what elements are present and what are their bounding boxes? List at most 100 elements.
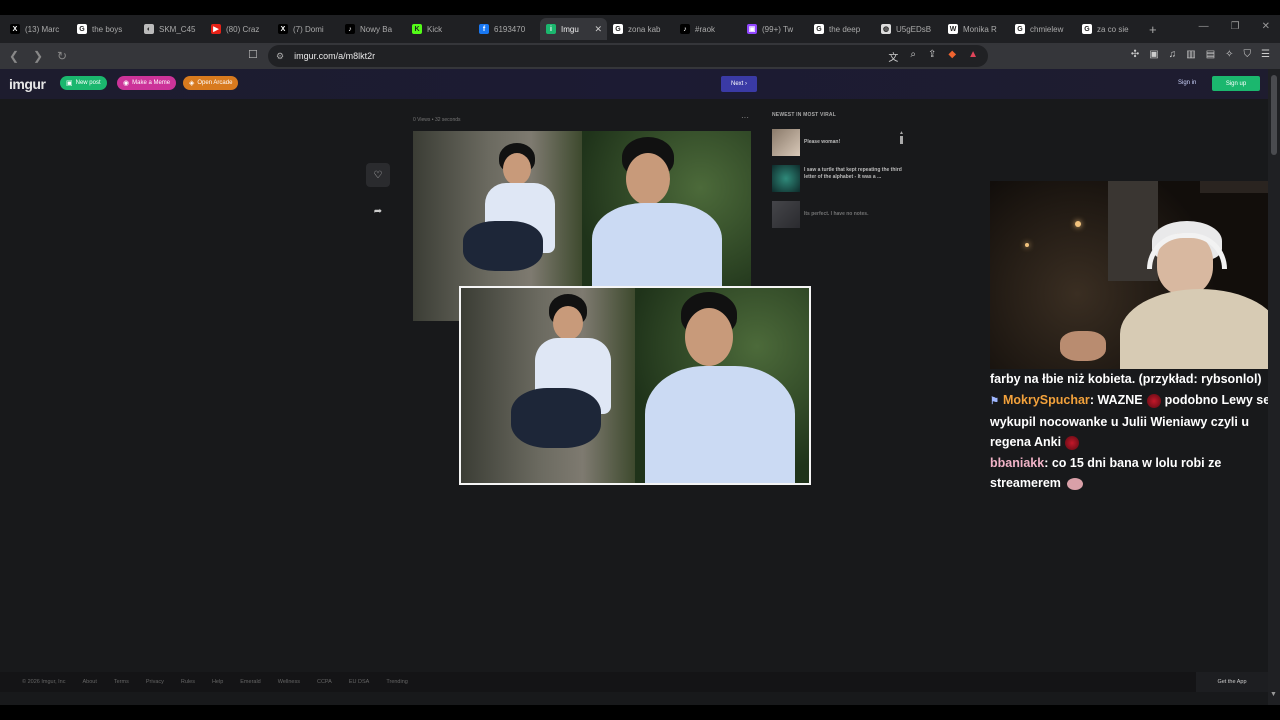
tab-label: SKM_C45 — [159, 24, 196, 34]
browser-tab[interactable]: X (13) Marc — [4, 18, 71, 40]
browser-tab[interactable]: ▶ (80) Craz — [205, 18, 272, 40]
chat-message: ⚑ MokrySpuchar: WAZNE podobno Lewy se wyku… — [990, 390, 1280, 452]
browser-tab[interactable]: ♪ #raok — [674, 18, 741, 40]
browser-tab[interactable]: Gthe deep — [808, 18, 875, 40]
footer-link[interactable]: Trending — [386, 679, 408, 685]
viral-thumbnail — [772, 129, 800, 156]
chat-badge-icon: ⚑ — [990, 396, 999, 407]
tab-label: Monika R — [963, 24, 997, 34]
share-icon[interactable]: ⇪ — [928, 49, 936, 64]
zoom-icon[interactable]: ⌕ — [910, 49, 916, 64]
make-meme-button[interactable]: ◉ Make a Meme — [117, 76, 177, 90]
close-window-icon[interactable]: ✕ — [1262, 21, 1270, 32]
viral-item[interactable]: I saw a turtle that kept repeating the t… — [772, 165, 902, 192]
new-post-button[interactable]: ▣ New post — [60, 76, 107, 90]
footer-link[interactable]: Help — [212, 679, 223, 685]
rewards-icon[interactable]: ▲ — [968, 49, 978, 64]
sign-in-link[interactable]: Sign in — [1178, 80, 1196, 86]
open-arcade-button[interactable]: ◈ Open Arcade — [183, 76, 239, 90]
page-scrollbar[interactable]: ▼ — [1268, 69, 1280, 705]
page-scrollbar-thumb[interactable] — [1271, 75, 1277, 155]
tab-label: #raok — [695, 24, 716, 34]
vpn-icon[interactable]: ⛉ — [1244, 49, 1252, 60]
tab-label: zona kab — [628, 24, 661, 34]
url-text[interactable]: imgur.com/a/m8lkt2r — [294, 51, 375, 61]
scroll-down-icon[interactable]: ▼ — [1270, 691, 1277, 698]
footer-link[interactable]: Privacy — [146, 679, 164, 685]
browser-tab[interactable]: Gthe boys — [71, 18, 138, 40]
browser-tab[interactable]: ◍ U5gEDsB — [875, 18, 942, 40]
wallet-icon[interactable]: ▤ — [1206, 49, 1215, 60]
sign-up-button[interactable]: Sign up — [1212, 76, 1260, 91]
zoomed-photo-sitting-woman — [461, 288, 635, 483]
get-the-app-button[interactable]: Get the App — [1196, 672, 1268, 692]
chevron-right-icon: › — [745, 81, 747, 87]
imgur-icon: i — [546, 24, 556, 34]
imgur-footer: © 2026 Imgur, Inc About Terms Privacy Rules H… — [0, 672, 1268, 692]
browser-tab[interactable]: Gza co sie — [1076, 18, 1143, 40]
youtube-icon: ▶ — [211, 24, 221, 34]
browser-window: X (13) Marc Gthe boys ◐ SKM_C45 ▶ (80) Craz X (7… — [0, 15, 1280, 705]
browser-tab[interactable]: ♪ Nowy Ba — [339, 18, 406, 40]
screenshot-icon[interactable]: ▣ — [1149, 49, 1158, 60]
browser-tab[interactable]: Gzona kab — [607, 18, 674, 40]
restore-icon[interactable]: ❐ — [1231, 21, 1240, 32]
browser-tab[interactable]: W Monika R — [942, 18, 1009, 40]
sidebar-icon[interactable]: ▥ — [1186, 49, 1195, 60]
tab-label: 6193470 — [494, 24, 526, 34]
new-tab-button[interactable]: + — [1149, 22, 1157, 37]
heart-icon[interactable]: ♡ — [366, 163, 390, 187]
zoomed-image-preview[interactable] — [459, 286, 811, 485]
extensions-icon[interactable]: ✣ — [1131, 49, 1139, 60]
browser-tab[interactable]: Gchmielew — [1009, 18, 1076, 40]
post-meta: 0 Views • 32 seconds — [413, 117, 461, 123]
google-icon: G — [613, 24, 623, 34]
tab-label: U5gEDsB — [896, 24, 932, 34]
more-options-icon[interactable]: ··· — [741, 113, 749, 122]
viral-scrollbar[interactable]: ▲ — [899, 131, 904, 145]
translate-icon[interactable]: 文 — [888, 49, 898, 64]
tab-label: (99+) Tw — [762, 24, 794, 34]
share-arrow-icon[interactable]: ➦ — [366, 199, 390, 223]
viral-item-title: Its perfect. I have no notes. — [804, 211, 869, 217]
footer-link[interactable]: CCPA — [317, 679, 332, 685]
footer-link[interactable]: Terms — [114, 679, 129, 685]
webcam-overlay — [990, 181, 1280, 369]
imgur-logo[interactable]: imgur — [9, 76, 46, 92]
tab-label: Nowy Ba — [360, 24, 393, 34]
shield-icon[interactable]: ◆ — [948, 49, 956, 64]
browser-tab[interactable]: ◐ SKM_C45 — [138, 18, 205, 40]
footer-link[interactable]: Emerald — [240, 679, 260, 685]
browser-tab[interactable]: f 6193470 — [473, 18, 540, 40]
forward-icon[interactable]: ❯ — [28, 49, 48, 63]
ai-icon[interactable]: ✧ — [1225, 49, 1233, 60]
minimize-icon[interactable]: — — [1199, 21, 1209, 32]
footer-link[interactable]: Rules — [181, 679, 195, 685]
menu-icon[interactable]: ☰ — [1261, 49, 1270, 60]
back-icon[interactable]: ❮ — [4, 49, 24, 63]
viral-item[interactable]: Please woman! — [772, 129, 902, 156]
close-tab-icon[interactable]: ✕ — [594, 24, 602, 35]
footer-link[interactable]: EU DSA — [349, 679, 369, 685]
site-info-icon[interactable]: ⚙ — [276, 51, 284, 62]
viral-item[interactable]: Its perfect. I have no notes. — [772, 201, 902, 228]
browser-tab[interactable]: ▣ (99+) Tw — [741, 18, 808, 40]
twitch-icon: ▣ — [747, 24, 757, 34]
footer-link[interactable]: About — [83, 679, 97, 685]
google-icon: G — [1082, 24, 1092, 34]
plus-icon: ▣ — [66, 80, 73, 87]
google-icon: G — [814, 24, 824, 34]
browser-tab[interactable]: K Kick — [406, 18, 473, 40]
chat-username: MokrySpuchar — [1002, 393, 1090, 407]
browser-tab[interactable]: i Imgu ✕ — [540, 18, 607, 40]
x-logo-icon: X — [10, 24, 20, 34]
bookmark-icon[interactable]: ☐ — [248, 48, 258, 61]
media-icon[interactable]: ♫ — [1169, 49, 1177, 60]
browser-tab[interactable]: X (7) Domi — [272, 18, 339, 40]
viral-item-title: I saw a turtle that kept repeating the t… — [804, 167, 902, 180]
footer-link[interactable]: Wellness — [278, 679, 300, 685]
next-button[interactable]: Next › — [721, 76, 757, 92]
reload-icon[interactable]: ↻ — [52, 49, 72, 63]
tiktok-icon: ♪ — [680, 24, 690, 34]
address-bar[interactable]: ⚙ imgur.com/a/m8lkt2r 文 ⌕ ⇪ ◆ ▲ — [268, 45, 988, 67]
